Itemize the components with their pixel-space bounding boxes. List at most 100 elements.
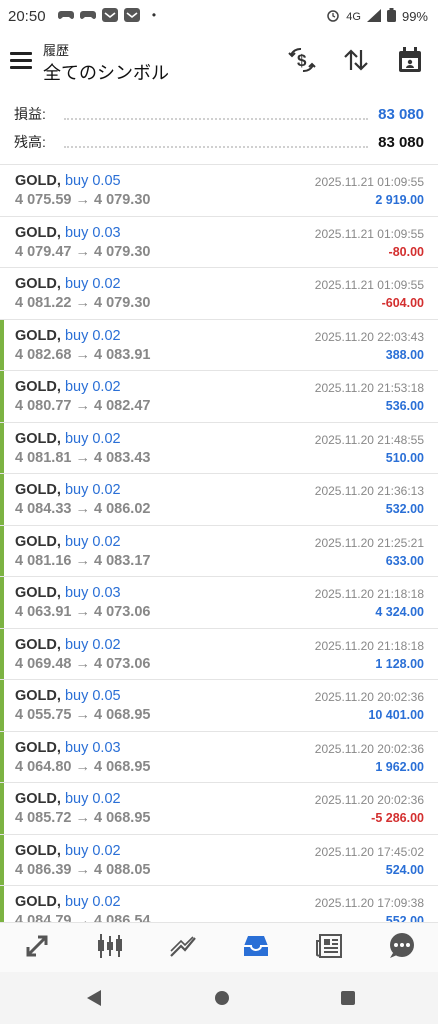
tab-news[interactable] [292, 923, 365, 973]
deal-profit: 2 919.00 [375, 193, 424, 207]
deal-profit: 524.00 [385, 862, 424, 877]
deal-row[interactable]: GOLD, buy 0.02 4 085.72 → 4 068.95 2025.11… [0, 783, 438, 835]
alarm-icon [326, 8, 340, 25]
deal-time: 2025.11.20 17:45:02 [314, 844, 424, 859]
deal-row[interactable]: GOLD, buy 0.02 4 080.77 → 4 082.47 2025.11… [0, 371, 438, 423]
deal-profit: 510.00 [385, 450, 424, 465]
deal-row[interactable]: GOLD, buy 0.05 4 075.59 → 4 079.30 2025.11… [0, 165, 438, 217]
open-price: 4 055.75 [15, 707, 72, 723]
deal-row[interactable]: GOLD, buy 0.05 4 055.75 → 4 068.95 2025.11… [0, 680, 438, 732]
tab-chat[interactable] [365, 923, 438, 973]
open-price: 4 085.72 [15, 810, 72, 826]
signal-icon [366, 8, 381, 25]
open-price: 4 084.33 [15, 501, 72, 517]
chart-icon [96, 933, 124, 964]
deal-time: 2025.11.20 21:18:18 [314, 638, 424, 653]
open-price: 4 063.91 [15, 604, 72, 620]
open-price: 4 075.59 [15, 192, 72, 208]
deal-profit: 536.00 [385, 399, 424, 413]
deal-time: 2025.11.21 01:09:55 [314, 278, 424, 292]
history-icon [242, 934, 270, 963]
recent-apps-icon[interactable] [341, 991, 355, 1005]
symbol-filter-title[interactable]: 全てのシンボル [43, 59, 169, 85]
symbol-name: GOLD, [15, 533, 61, 550]
deal-time: 2025.11.20 21:53:18 [314, 381, 424, 395]
tab-trade[interactable] [146, 923, 219, 973]
closed-position-indicator [0, 474, 4, 525]
deal-time: 2025.11.20 21:36:13 [314, 484, 424, 498]
deal-row[interactable]: GOLD, buy 0.02 4 082.68 → 4 083.91 2025.11… [0, 319, 438, 371]
deal-profit: 532.00 [385, 502, 424, 516]
tab-history[interactable] [219, 923, 292, 973]
deal-direction-volume: buy 0.02 [64, 894, 121, 910]
open-price: 4 086.39 [15, 861, 72, 878]
deal-prices: 4 086.39 → 4 088.05 [15, 862, 150, 878]
chat-icon [388, 932, 416, 964]
closed-position-indicator [0, 628, 4, 679]
deal-symbol: GOLD, buy 0.03 [15, 585, 121, 601]
status-bar: 20:50 • 4G 99% [0, 0, 438, 32]
home-icon[interactable] [215, 991, 229, 1005]
deal-row[interactable]: GOLD, buy 0.03 4 079.47 → 4 079.30 2025.11… [0, 217, 438, 268]
deal-symbol: GOLD, buy 0.02 [15, 791, 121, 807]
dotted-leader [64, 136, 369, 148]
symbol-name: GOLD, [15, 688, 61, 704]
deal-row[interactable]: GOLD, buy 0.03 4 063.91 → 4 073.06 2025.11… [0, 577, 438, 629]
deal-row[interactable]: GOLD, buy 0.02 4 081.22 → 4 079.30 2025.11… [0, 268, 438, 320]
closed-position-indicator [0, 319, 4, 370]
app-bar: 履歴 全てのシンボル $ [0, 32, 438, 90]
deal-history-list[interactable]: GOLD, buy 0.05 4 075.59 → 4 079.30 2025.11… [0, 164, 438, 923]
close-price: 4 086.02 [94, 501, 151, 517]
deal-prices: 4 079.47 → 4 079.30 [15, 244, 150, 260]
deal-time: 2025.11.20 21:18:18 [314, 587, 424, 601]
open-price: 4 081.81 [15, 449, 72, 466]
deal-time: 2025.11.20 21:48:55 [314, 432, 424, 447]
deal-row[interactable]: GOLD, buy 0.02 4 081.16 → 4 083.17 2025.11… [0, 525, 438, 577]
calendar-icon[interactable] [396, 46, 424, 74]
open-price: 4 069.48 [15, 655, 72, 672]
deal-row[interactable]: GOLD, buy 0.02 4 084.79 → 4 086.54 2025.11… [0, 886, 438, 923]
deal-direction-volume: buy 0.02 [64, 276, 121, 292]
close-price: 4 079.30 [94, 243, 151, 260]
symbol-name: GOLD, [15, 894, 61, 910]
deal-row[interactable]: GOLD, buy 0.02 4 069.48 → 4 073.06 2025.11… [0, 628, 438, 680]
closed-position-indicator [0, 680, 4, 731]
deal-row[interactable]: GOLD, buy 0.02 4 084.33 → 4 086.02 2025.11… [0, 474, 438, 526]
close-price: 4 083.17 [94, 552, 151, 569]
deal-symbol: GOLD, buy 0.02 [15, 843, 121, 859]
deal-row[interactable]: GOLD, buy 0.03 4 064.80 → 4 068.95 2025.11… [0, 731, 438, 783]
deal-row[interactable]: GOLD, buy 0.02 4 086.39 → 4 088.05 2025.11… [0, 834, 438, 886]
deal-symbol: GOLD, buy 0.05 [15, 688, 121, 704]
currency-exchange-icon[interactable]: $ [288, 46, 316, 74]
deal-symbol: GOLD, buy 0.02 [15, 637, 121, 653]
close-price: 4 079.30 [94, 295, 151, 311]
tab-chart[interactable] [73, 923, 146, 973]
arrow-icon: → [75, 552, 90, 569]
deal-prices: 4 084.33 → 4 086.02 [15, 501, 150, 517]
closed-position-indicator [0, 525, 4, 576]
symbol-name: GOLD, [15, 224, 61, 241]
deal-time: 2025.11.20 20:02:36 [314, 741, 424, 756]
deal-symbol: GOLD, buy 0.02 [15, 328, 121, 344]
dotted-leader [64, 108, 369, 120]
closed-position-indicator [0, 731, 4, 782]
tab-quotes[interactable] [0, 923, 73, 973]
arrow-icon: → [75, 346, 90, 363]
symbol-name: GOLD, [15, 276, 61, 292]
menu-icon[interactable] [10, 52, 32, 69]
deal-prices: 4 081.16 → 4 083.17 [15, 553, 150, 569]
arrow-icon: → [75, 655, 90, 672]
deal-direction-volume: buy 0.03 [64, 585, 121, 601]
inbox-notification-icon [102, 8, 118, 22]
symbol-name: GOLD, [15, 430, 61, 447]
closed-position-indicator [0, 422, 4, 473]
deal-profit: -80.00 [388, 244, 424, 259]
battery-icon [386, 8, 396, 25]
back-icon[interactable] [87, 990, 101, 1006]
arrow-icon: → [75, 398, 90, 414]
deal-row[interactable]: GOLD, buy 0.02 4 081.81 → 4 083.43 2025.11… [0, 422, 438, 474]
quotes-icon [24, 933, 50, 964]
deal-time: 2025.11.20 22:03:43 [314, 329, 424, 344]
close-price: 4 068.95 [94, 758, 151, 775]
sort-icon[interactable] [342, 46, 370, 74]
